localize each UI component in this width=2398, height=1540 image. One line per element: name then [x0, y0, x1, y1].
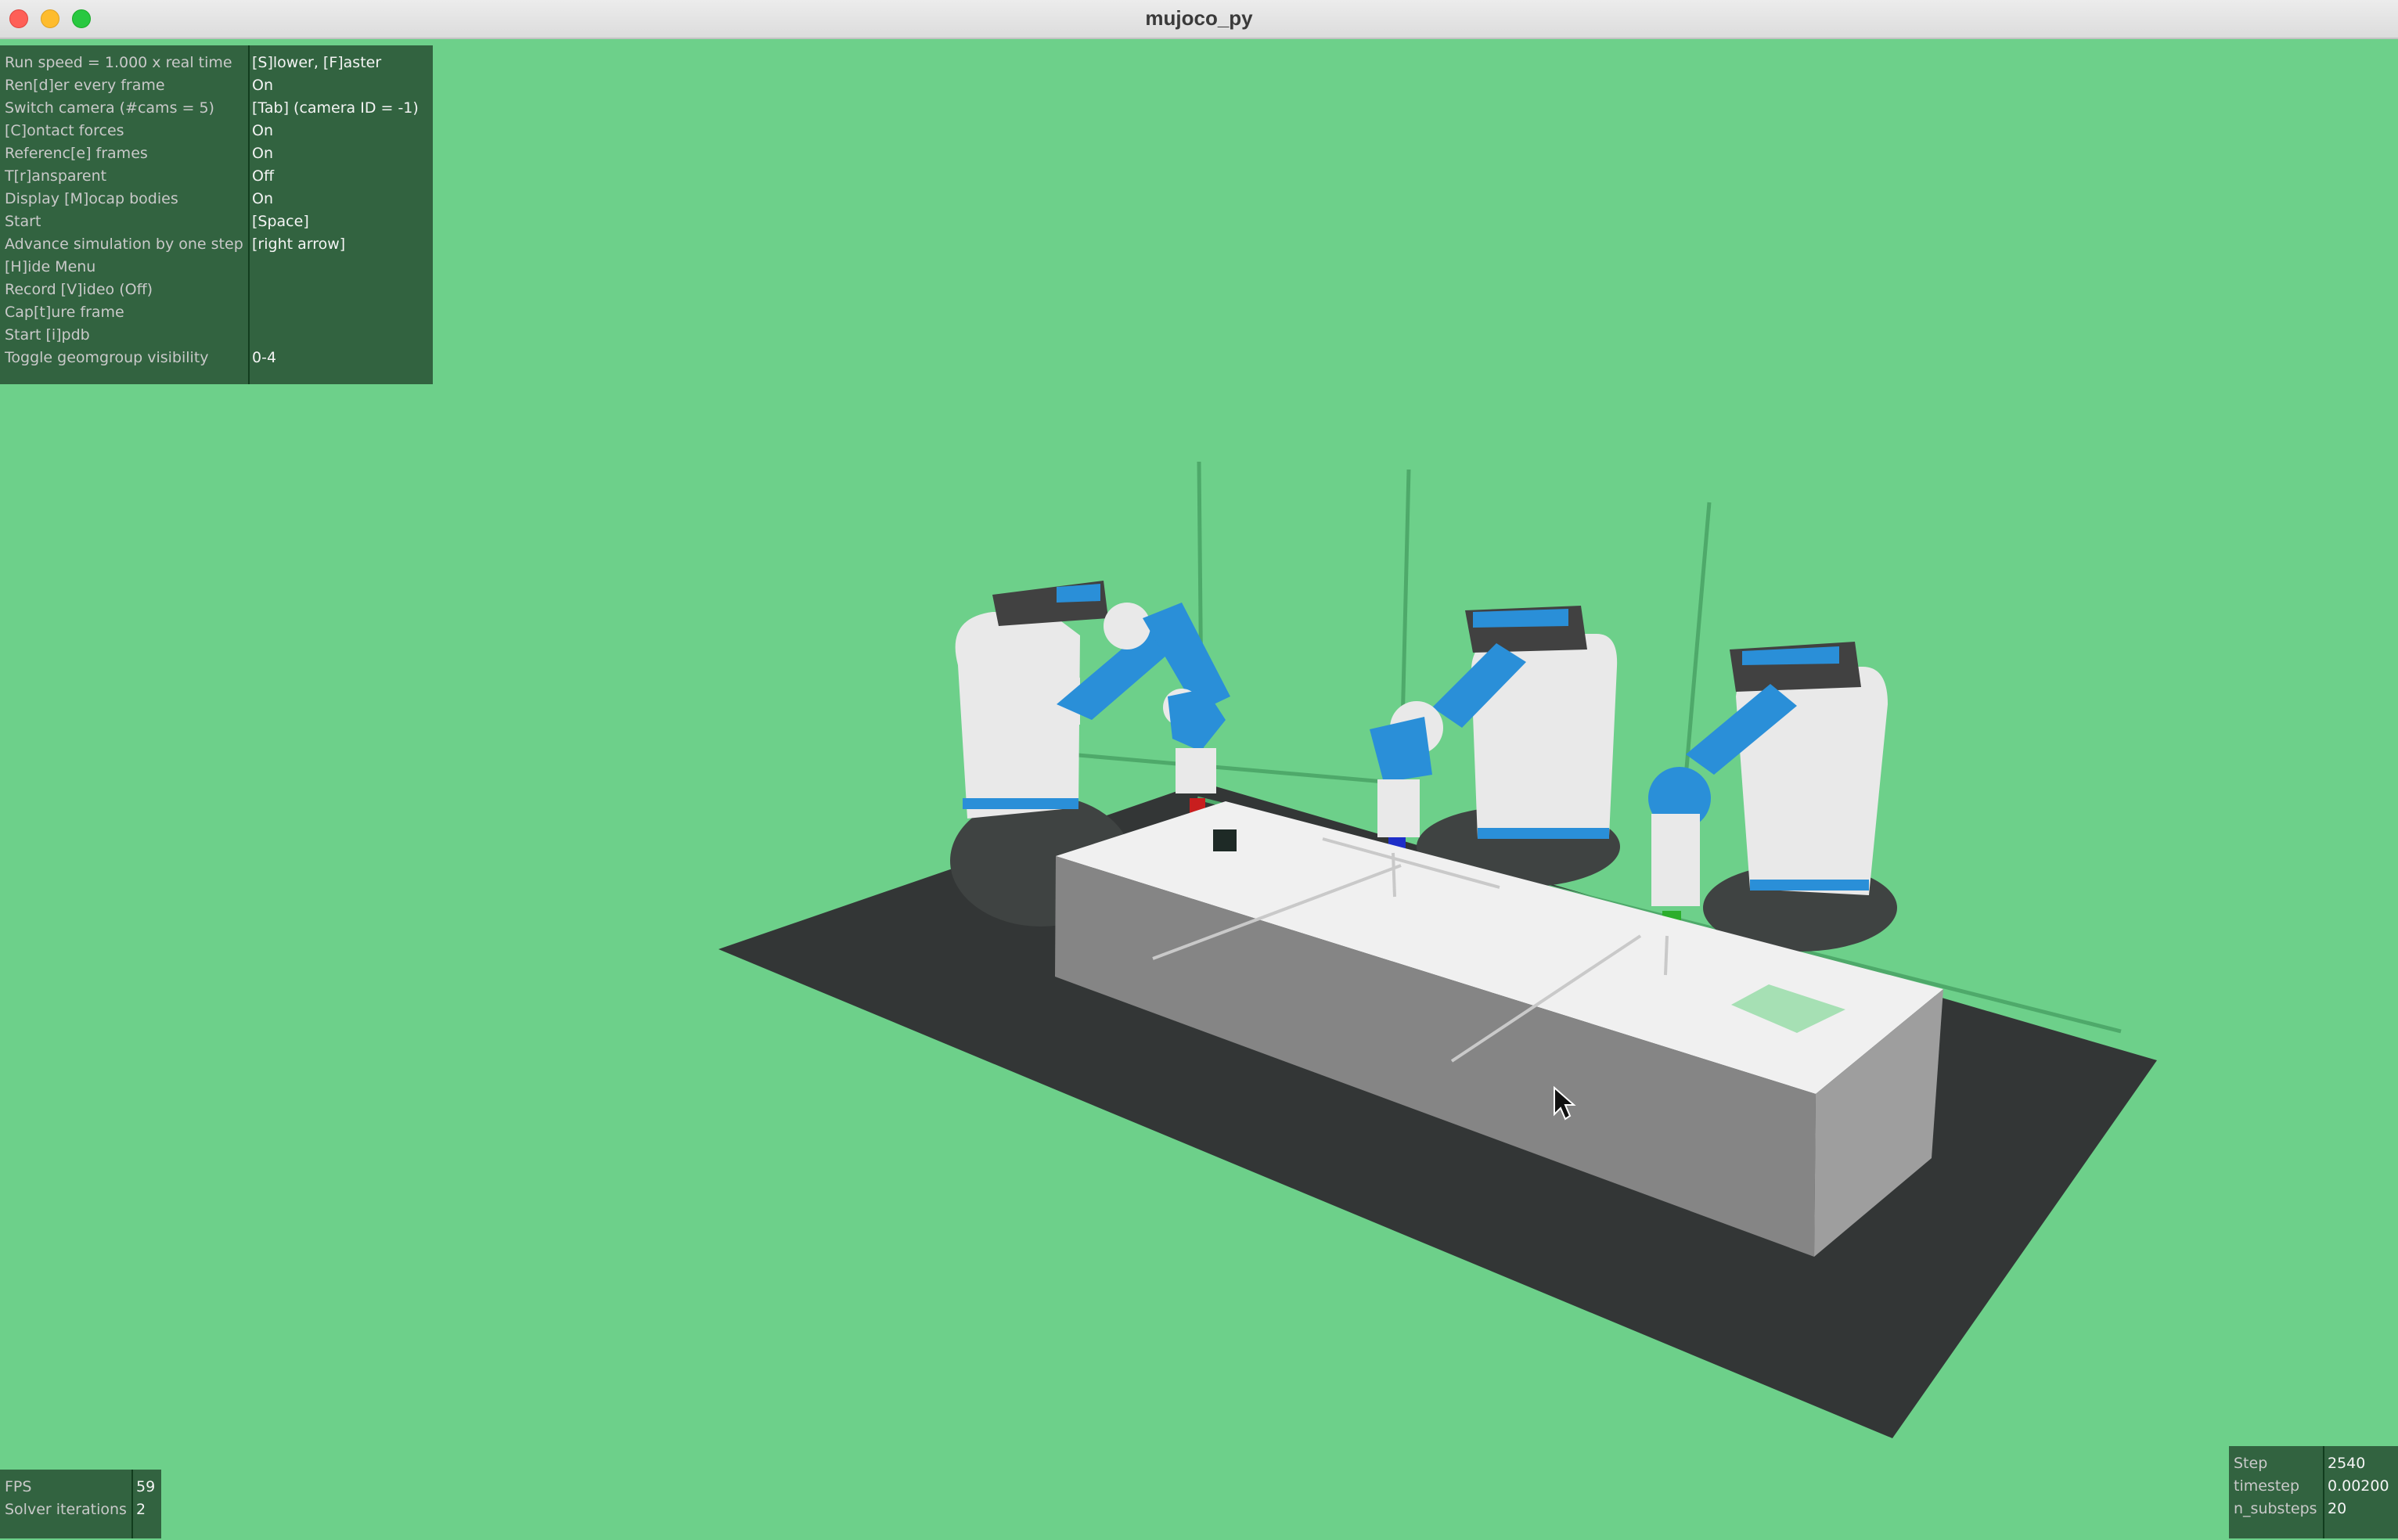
menu-label-switch-camera: Switch camera (#cams = 5) — [5, 99, 214, 117]
menu-label-display-mocap: Display [M]ocap bodies — [5, 190, 178, 207]
performance-stats-panel: FPS Solver iterations 59 2 — [0, 1470, 161, 1538]
robot-3 — [1648, 642, 1897, 952]
timestep-value: 0.00200 — [2328, 1477, 2389, 1495]
menu-value-hide-menu — [252, 256, 419, 279]
menu-value-capture-frame — [252, 301, 419, 324]
performance-labels: FPS Solver iterations — [5, 1476, 127, 1521]
window-title: mujoco_py — [1145, 6, 1253, 30]
menu-label-toggle-geomgroup: Toggle geomgroup visibility — [5, 349, 209, 366]
menu-divider — [248, 45, 250, 384]
menu-value-contact-forces: On — [252, 122, 273, 139]
menu-value-display-mocap: On — [252, 190, 273, 207]
menu-label-start-ipdb: Start [i]pdb — [5, 326, 90, 344]
simulation-stats-labels: Step timestep n_substeps — [2234, 1452, 2317, 1520]
solver-iterations-label: Solver iterations — [5, 1501, 127, 1518]
menu-value-reference-frames: On — [252, 145, 273, 162]
menu-label-hide-menu: [H]ide Menu — [5, 258, 96, 275]
n-substeps-label: n_substeps — [2234, 1500, 2317, 1517]
performance-divider — [131, 1470, 133, 1538]
menu-value-start-ipdb — [252, 324, 419, 347]
simulation-stats-panel: Step timestep n_substeps 2540 0.00200 20 — [2229, 1446, 2398, 1538]
menu-value-advance-step: [right arrow] — [252, 236, 346, 253]
menu-value-switch-camera: [Tab] (camera ID = -1) — [252, 99, 419, 117]
menu-label-run-speed: Run speed = 1.000 x real time — [5, 54, 232, 71]
menu-value-record-video — [252, 279, 419, 301]
solver-iterations-value: 2 — [136, 1501, 146, 1518]
menu-labels: Run speed = 1.000 x real time Ren[d]er e… — [5, 52, 243, 369]
title-bar: mujoco_py — [0, 0, 2398, 39]
timestep-label: timestep — [2234, 1477, 2300, 1495]
menu-label-advance-step: Advance simulation by one step — [5, 236, 243, 253]
n-substeps-value: 20 — [2328, 1500, 2347, 1517]
menu-value-transparent: Off — [252, 167, 275, 185]
fps-label: FPS — [5, 1478, 32, 1495]
performance-values: 59 2 — [136, 1476, 155, 1521]
fps-value: 59 — [136, 1478, 156, 1495]
menu-values: [S]lower, [F]aster On [Tab] (camera ID =… — [252, 52, 419, 369]
simulation-viewport[interactable]: Run speed = 1.000 x real time Ren[d]er e… — [0, 39, 2398, 1540]
simulation-stats-values: 2540 0.00200 20 — [2328, 1452, 2389, 1520]
menu-label-capture-frame: Cap[t]ure frame — [5, 304, 124, 321]
simulation-stats-divider — [2323, 1446, 2324, 1538]
menu-label-transparent: T[r]ansparent — [5, 167, 107, 185]
step-label: Step — [2234, 1455, 2268, 1472]
object-cube — [1213, 829, 1237, 851]
menu-value-render-every-frame: On — [252, 77, 273, 94]
step-value: 2540 — [2328, 1455, 2366, 1472]
menu-value-start: [Space] — [252, 213, 309, 230]
menu-label-render-every-frame: Ren[d]er every frame — [5, 77, 165, 94]
menu-label-record-video: Record [V]ideo (Off) — [5, 281, 153, 298]
menu-label-reference-frames: Referenc[e] frames — [5, 145, 148, 162]
simulation-menu-panel: Run speed = 1.000 x real time Ren[d]er e… — [0, 45, 433, 384]
menu-value-run-speed: [S]lower, [F]aster — [252, 54, 382, 71]
menu-label-start: Start — [5, 213, 41, 230]
menu-label-contact-forces: [C]ontact forces — [5, 122, 124, 139]
menu-value-toggle-geomgroup: 0-4 — [252, 349, 277, 366]
